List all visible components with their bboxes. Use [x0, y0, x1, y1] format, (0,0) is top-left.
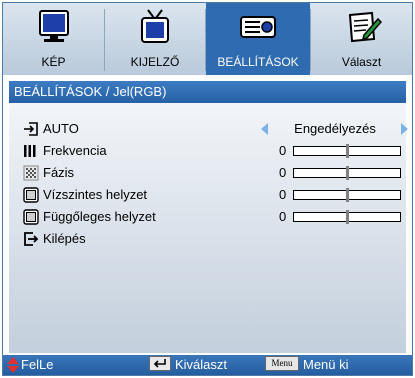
phase-pattern-icon — [23, 165, 39, 181]
menu-item-fazis[interactable]: Fázis 0 — [9, 162, 406, 184]
tab-kijelzo-label: KIJELZŐ — [130, 55, 180, 69]
slider-thumb[interactable] — [346, 210, 349, 224]
menu-item-kilepes[interactable]: Kilépés — [9, 228, 406, 250]
menu-item-vizszintes-helyzet[interactable]: Vízszintes helyzet 0 — [9, 184, 406, 206]
monitor-icon — [38, 10, 69, 42]
frekvencia-value: 0 — [279, 143, 287, 158]
h-position-icon — [23, 187, 39, 203]
menu-item-label: Függőleges helyzet — [43, 209, 156, 224]
tab-valaszt[interactable]: Választ — [311, 3, 412, 75]
menu-key-icon: Menu — [265, 356, 299, 371]
menu-item-fuggoleges-helyzet[interactable]: Függőleges helyzet 0 — [9, 206, 406, 228]
fazis-value: 0 — [279, 165, 287, 180]
osd-menu: KÉP KIJELZŐ BEÁLLÍTÁSOK Választ BEÁLLÍTÁ… — [2, 2, 413, 376]
fuggoleges-slider[interactable] — [293, 210, 401, 224]
tab-bar: KÉP KIJELZŐ BEÁLLÍTÁSOK Választ — [3, 3, 412, 75]
arrow-left-icon[interactable] — [261, 123, 268, 135]
menu-item-frekvencia[interactable]: Frekvencia 0 — [9, 140, 406, 162]
input-arrow-icon — [24, 122, 38, 136]
slider-thumb[interactable] — [346, 144, 349, 158]
tab-kijelzo[interactable]: KIJELZŐ — [105, 3, 205, 75]
frekvencia-slider[interactable] — [293, 144, 401, 158]
up-down-arrow-icon — [7, 357, 19, 373]
vizszintes-value: 0 — [279, 187, 287, 202]
tab-beallitasok[interactable]: BEÁLLÍTÁSOK — [206, 3, 310, 75]
footer-select-label: Kiválaszt — [175, 357, 228, 372]
menu-item-label: Fázis — [43, 165, 75, 180]
footer-menu-label: Menü ki — [303, 357, 349, 372]
v-position-icon — [23, 209, 39, 225]
tab-kep-label: KÉP — [41, 55, 66, 69]
auto-value: Engedélyezés — [294, 121, 376, 136]
projector-icon — [240, 16, 276, 38]
tab-beallitasok-label: BEÁLLÍTÁSOK — [217, 55, 299, 69]
exit-icon — [24, 232, 39, 246]
slider-thumb[interactable] — [346, 166, 349, 180]
menu-item-label: Frekvencia — [43, 143, 107, 158]
footer-move-label: FelLe — [21, 357, 54, 372]
tv-icon — [141, 9, 169, 43]
page-title: BEÁLLÍTÁSOK / Jel(RGB) — [9, 81, 406, 103]
menu-item-label: Vízszintes helyzet — [43, 187, 148, 202]
notepad-icon — [348, 11, 382, 43]
arrow-right-icon[interactable] — [401, 123, 408, 135]
tab-valaszt-label: Választ — [341, 55, 382, 69]
menu-item-label: AUTO — [43, 121, 79, 136]
enter-key-icon — [149, 356, 171, 371]
fazis-slider[interactable] — [293, 166, 401, 180]
tab-kep[interactable]: KÉP — [3, 3, 104, 75]
footer-bar: FelLe Kiválaszt Menu Menü ki — [3, 355, 412, 375]
frequency-bars-icon — [24, 145, 36, 157]
fuggoleges-value: 0 — [279, 209, 287, 224]
settings-list: AUTO Engedélyezés Frekvencia 0 Fázis 0 V… — [9, 103, 408, 353]
menu-item-auto[interactable]: AUTO Engedélyezés — [9, 118, 408, 140]
slider-thumb[interactable] — [346, 188, 349, 202]
menu-item-label: Kilépés — [43, 231, 86, 246]
vizszintes-slider[interactable] — [293, 188, 401, 202]
